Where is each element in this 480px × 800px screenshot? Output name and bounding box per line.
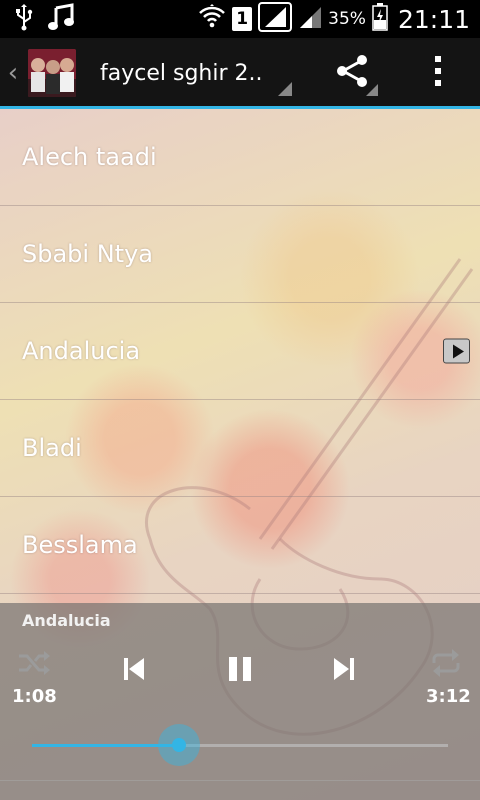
- shuffle-button[interactable]: [14, 647, 54, 683]
- spinner-indicator-icon: [278, 82, 292, 96]
- repeat-icon: [430, 649, 462, 681]
- overflow-menu-icon: [433, 54, 443, 92]
- usb-icon: [14, 3, 34, 35]
- shuffle-icon: [17, 650, 51, 680]
- list-item[interactable]: Andalucia: [0, 303, 480, 400]
- seek-bar[interactable]: [32, 724, 448, 766]
- status-bar: 1 35% 21:11: [0, 0, 480, 38]
- previous-icon: [122, 656, 146, 686]
- track-title: Besslama: [22, 531, 138, 559]
- overflow-menu-button[interactable]: [412, 38, 464, 108]
- seek-bar-thumb-dot: [172, 738, 187, 752]
- list-item[interactable]: Besslama: [0, 497, 480, 594]
- list-item[interactable]: Alech taadi: [0, 109, 480, 206]
- seek-bar-progress: [32, 744, 180, 747]
- track-title: Andalucia: [22, 337, 141, 365]
- player-divider: [0, 780, 480, 781]
- previous-button[interactable]: [112, 651, 156, 691]
- battery-icon: [372, 3, 388, 35]
- track-title: Bladi: [22, 434, 82, 462]
- music-note-icon: [48, 3, 74, 35]
- elapsed-time: 1:08: [12, 686, 57, 707]
- app-cover-icon[interactable]: [28, 49, 76, 97]
- page-title[interactable]: faycel sghir 2..: [100, 61, 265, 86]
- total-time: 3:12: [426, 686, 471, 707]
- signal-icon: [298, 5, 322, 33]
- back-chevron-icon[interactable]: ‹: [0, 58, 26, 88]
- clock: 21:11: [397, 4, 470, 34]
- share-dropdown-indicator-icon: [366, 84, 378, 96]
- track-title: Alech taadi: [22, 143, 157, 171]
- list-item[interactable]: Bladi: [0, 400, 480, 497]
- action-bar: ‹ faycel sghir 2..: [0, 38, 480, 108]
- list-item[interactable]: Sbabi Ntya: [0, 206, 480, 303]
- player-panel: Andalucia 1:08 3:12: [0, 603, 480, 800]
- share-button[interactable]: [326, 38, 378, 108]
- next-icon: [332, 656, 356, 686]
- next-button[interactable]: [322, 651, 366, 691]
- track-list: Alech taadi Sbabi Ntya Andalucia Bladi B…: [0, 109, 480, 594]
- share-icon: [335, 54, 369, 92]
- signal-icon: [258, 2, 293, 36]
- now-playing-icon: [443, 338, 470, 364]
- pause-icon: [227, 655, 253, 687]
- track-title: Sbabi Ntya: [22, 240, 153, 268]
- seek-bar-thumb[interactable]: [158, 724, 201, 766]
- sim-icon: 1: [232, 7, 253, 31]
- battery-percent: 35%: [328, 9, 366, 29]
- repeat-button[interactable]: [426, 647, 466, 683]
- pause-button[interactable]: [218, 651, 262, 691]
- wifi-icon: [198, 4, 226, 34]
- now-playing-title: Andalucia: [22, 611, 111, 630]
